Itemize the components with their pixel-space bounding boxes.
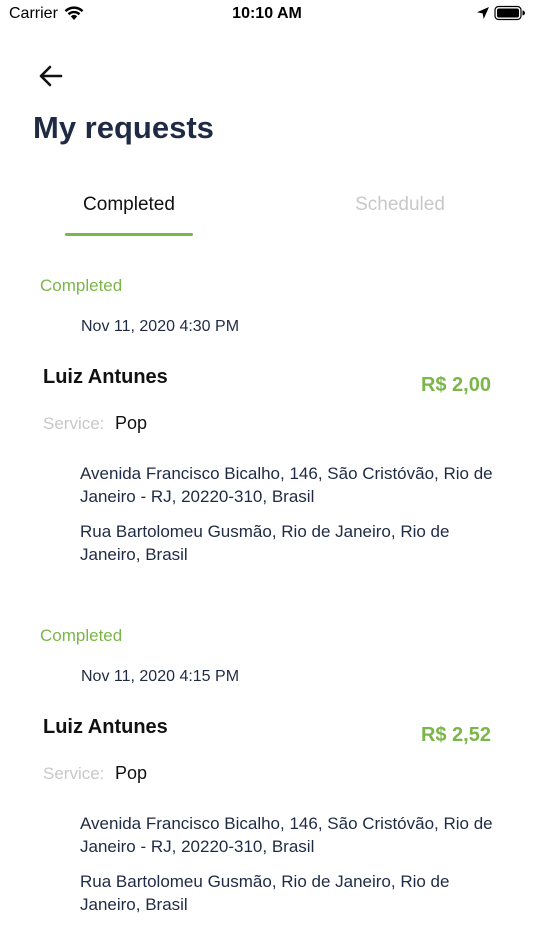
active-tab-indicator [65, 233, 193, 236]
origin-address: Avenida Francisco Bicalho, 146, São Cris… [80, 464, 493, 506]
request-price: R$ 2,00 [420, 374, 491, 396]
request-card[interactable]: Completed Nov 11, 2020 4:15 PM Luiz Antu… [0, 626, 534, 946]
request-datetime: Nov 11, 2020 4:30 PM [81, 318, 240, 335]
status-time: 10:10 AM [232, 5, 302, 22]
request-card[interactable]: Completed Nov 11, 2020 4:30 PM Luiz Antu… [0, 276, 534, 596]
tab-completed[interactable]: Completed [65, 194, 193, 216]
request-status: Completed [40, 626, 123, 645]
status-bar: Carrier 10:10 AM [0, 0, 534, 30]
service-label: Service: [43, 414, 105, 433]
page-title: My requests [33, 110, 214, 145]
back-button[interactable] [34, 60, 70, 92]
destination-address: Rua Bartolomeu Gusmão, Rio de Janeiro, R… [80, 522, 450, 564]
request-price: R$ 2,52 [420, 724, 491, 746]
service-label: Service: [43, 764, 105, 783]
location-arrow-icon [477, 7, 489, 19]
origin-address: Avenida Francisco Bicalho, 146, São Cris… [80, 814, 493, 856]
request-datetime: Nov 11, 2020 4:15 PM [81, 668, 240, 685]
request-status: Completed [40, 276, 123, 295]
tab-scheduled[interactable]: Scheduled [330, 194, 470, 216]
screen: Carrier 10:10 AM My requests Completed S… [0, 0, 534, 950]
driver-name: Luiz Antunes [43, 366, 168, 388]
arrow-left-icon [39, 65, 63, 87]
battery-icon [494, 5, 525, 21]
driver-name: Luiz Antunes [43, 716, 168, 738]
service-value: Pop [115, 413, 148, 433]
destination-address: Rua Bartolomeu Gusmão, Rio de Janeiro, R… [80, 872, 450, 914]
service-value: Pop [115, 763, 148, 783]
